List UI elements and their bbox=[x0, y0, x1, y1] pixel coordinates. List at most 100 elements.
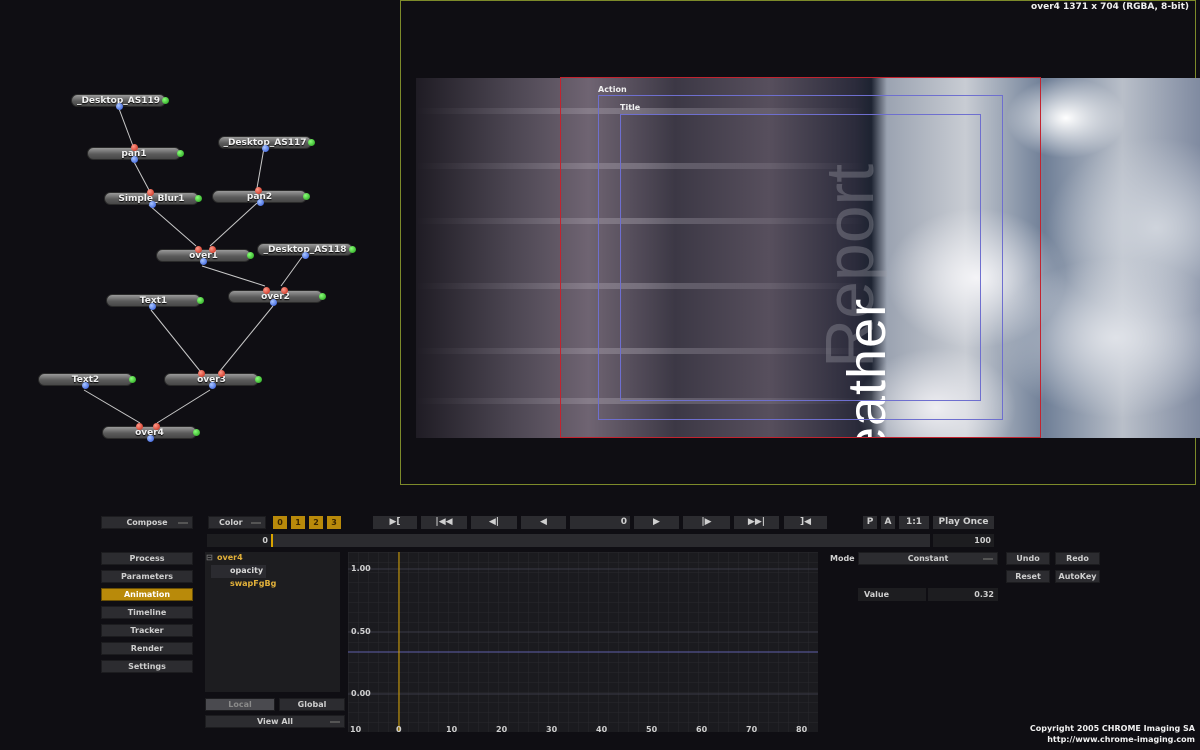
node-over4[interactable]: over4 bbox=[102, 423, 200, 442]
menu-settings[interactable]: Settings bbox=[101, 660, 193, 673]
channel-2-button[interactable]: 2 bbox=[309, 516, 323, 529]
set-out-point-icon[interactable]: ]◀ bbox=[784, 516, 827, 529]
channel-3-button[interactable]: 3 bbox=[327, 516, 341, 529]
play-backward-icon[interactable]: ◀ bbox=[521, 516, 566, 529]
node-over1[interactable]: over1 bbox=[156, 246, 254, 265]
global-tab[interactable]: Global bbox=[279, 698, 345, 711]
output-port-icon[interactable] bbox=[82, 382, 89, 389]
go-to-start-icon[interactable]: |◀◀ bbox=[421, 516, 467, 529]
output-port-icon[interactable] bbox=[197, 297, 204, 304]
channel-0-button[interactable]: 0 bbox=[273, 516, 287, 529]
input-port-icon[interactable] bbox=[262, 145, 269, 152]
input-port-icon[interactable] bbox=[302, 252, 309, 259]
output-port-icon[interactable] bbox=[255, 376, 262, 383]
set-in-point-icon[interactable]: ▶[ bbox=[373, 516, 417, 529]
output-port-icon[interactable] bbox=[247, 252, 254, 259]
node-desktop-as119[interactable]: _Desktop_AS119 bbox=[71, 94, 169, 110]
menu-animation[interactable]: Animation bbox=[101, 588, 193, 601]
output-port-icon[interactable] bbox=[148, 201, 156, 208]
output-port-icon[interactable] bbox=[319, 293, 326, 300]
timeline-scrubber[interactable] bbox=[271, 534, 930, 547]
view-all-dropdown[interactable]: View All bbox=[205, 715, 345, 728]
node-simple-blur1[interactable]: Simple_Blur1 bbox=[104, 189, 202, 208]
input-port-icon[interactable] bbox=[115, 103, 123, 110]
output-port-icon[interactable] bbox=[349, 246, 356, 253]
output-port-icon[interactable] bbox=[146, 435, 154, 442]
step-back-icon[interactable]: ◀| bbox=[471, 516, 517, 529]
undo-button[interactable]: Undo bbox=[1006, 552, 1050, 565]
node-pan1[interactable]: pan1 bbox=[87, 144, 184, 163]
output-port-icon[interactable] bbox=[131, 156, 138, 163]
menu-parameters[interactable]: Parameters bbox=[101, 570, 193, 583]
x-label: 30 bbox=[546, 725, 558, 732]
input-port-icon[interactable] bbox=[263, 287, 270, 294]
menu-render[interactable]: Render bbox=[101, 642, 193, 655]
output-port-icon[interactable] bbox=[177, 150, 184, 157]
output-port-icon[interactable] bbox=[208, 382, 216, 389]
input-port-icon[interactable] bbox=[153, 423, 160, 430]
timeline-end-field[interactable]: 100 bbox=[933, 534, 994, 547]
input-port-icon[interactable] bbox=[218, 370, 225, 377]
parameter-tree[interactable]: ⊟ over4 opacity swapFgBg bbox=[205, 552, 340, 692]
tree-root-over4[interactable]: over4 bbox=[217, 553, 243, 562]
p-button[interactable]: P bbox=[863, 516, 877, 529]
node-text2[interactable]: Text2 bbox=[38, 373, 136, 389]
a-button[interactable]: A bbox=[881, 516, 895, 529]
node-desktop-as117[interactable]: _Desktop_AS117 bbox=[218, 136, 315, 152]
play-forward-icon[interactable]: ▶ bbox=[634, 516, 679, 529]
output-port-icon[interactable] bbox=[195, 195, 202, 202]
menu-timeline[interactable]: Timeline bbox=[101, 606, 193, 619]
node-desktop-as118[interactable]: _Desktop_AS118 bbox=[257, 243, 356, 259]
compose-dropdown[interactable]: Compose bbox=[101, 516, 193, 529]
input-port-icon[interactable] bbox=[131, 144, 138, 151]
channel-1-button[interactable]: 1 bbox=[291, 516, 305, 529]
menu-process[interactable]: Process bbox=[101, 552, 193, 565]
image-viewer[interactable]: over4 1371 x 704 (RGBA, 8-bit) Report We… bbox=[400, 0, 1200, 485]
node-over2[interactable]: over2 bbox=[228, 287, 326, 306]
go-to-end-icon[interactable]: ▶▶| bbox=[734, 516, 779, 529]
input-port-icon[interactable] bbox=[198, 370, 205, 377]
output-port-icon[interactable] bbox=[308, 139, 315, 146]
collapse-icon[interactable]: ⊟ bbox=[206, 553, 213, 562]
menu-tracker[interactable]: Tracker bbox=[101, 624, 193, 637]
output-port-icon[interactable] bbox=[129, 376, 136, 383]
node-over3[interactable]: over3 bbox=[164, 370, 262, 389]
value-field[interactable]: 0.32 bbox=[928, 588, 998, 601]
input-port-icon[interactable] bbox=[255, 187, 262, 194]
output-port-icon[interactable] bbox=[303, 193, 310, 200]
timeline-start-field[interactable]: 0 bbox=[207, 534, 271, 547]
input-port-icon[interactable] bbox=[195, 246, 202, 253]
output-port-icon[interactable] bbox=[270, 299, 277, 306]
x-label: 60 bbox=[696, 725, 708, 732]
output-port-icon[interactable] bbox=[162, 97, 169, 104]
autokey-button[interactable]: AutoKey bbox=[1055, 570, 1100, 583]
input-port-icon[interactable] bbox=[136, 423, 143, 430]
current-frame-field[interactable]: 0 bbox=[570, 516, 630, 529]
output-port-icon[interactable] bbox=[193, 429, 200, 436]
dropdown-icon bbox=[330, 721, 340, 723]
color-dropdown[interactable]: Color bbox=[208, 516, 266, 529]
step-forward-icon[interactable]: |▶ bbox=[683, 516, 730, 529]
y-label: 1.00 bbox=[351, 564, 371, 573]
output-port-icon[interactable] bbox=[149, 303, 156, 310]
tree-item-opacity[interactable]: opacity bbox=[230, 566, 263, 575]
y-label: 0.00 bbox=[351, 689, 371, 698]
ratio-button[interactable]: 1:1 bbox=[899, 516, 929, 529]
input-port-icon[interactable] bbox=[147, 189, 154, 196]
node-pan2[interactable]: pan2 bbox=[212, 187, 310, 206]
output-port-icon[interactable] bbox=[256, 199, 264, 206]
node-graph[interactable]: _Desktop_AS119 pan1 _Desktop_AS117 Simpl… bbox=[0, 0, 398, 470]
input-port-icon[interactable] bbox=[281, 287, 288, 294]
redo-button[interactable]: Redo bbox=[1055, 552, 1100, 565]
output-port-icon[interactable] bbox=[200, 258, 207, 265]
x-label: 50 bbox=[646, 725, 658, 732]
local-tab[interactable]: Local bbox=[205, 698, 275, 711]
curve-editor[interactable]: 1.00 0.50 0.00 10 0 10 20 30 40 50 60 70… bbox=[348, 552, 818, 732]
reset-button[interactable]: Reset bbox=[1006, 570, 1050, 583]
input-port-icon[interactable] bbox=[209, 246, 216, 253]
mode-dropdown[interactable]: Constant bbox=[858, 552, 998, 565]
timeline-playhead[interactable] bbox=[271, 534, 273, 547]
node-text1[interactable]: Text1 bbox=[106, 294, 204, 310]
play-once-button[interactable]: Play Once bbox=[933, 516, 994, 529]
tree-item-swapfgbg[interactable]: swapFgBg bbox=[230, 579, 276, 588]
